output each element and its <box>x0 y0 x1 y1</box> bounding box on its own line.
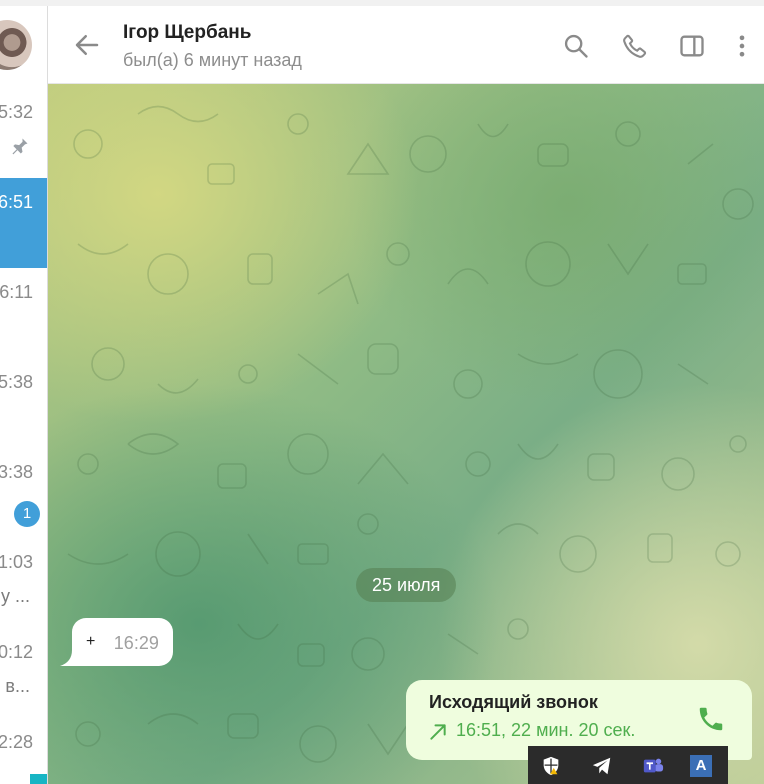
search-icon[interactable] <box>562 32 590 60</box>
call-back-phone-icon[interactable] <box>696 704 726 734</box>
chat-time: 2:28 <box>0 732 33 752</box>
chat-snippet: в... <box>5 676 30 696</box>
chat-background-pattern <box>67 105 754 763</box>
chat-list-sidebar: 5:32 6:51 6:11 5:38 3:38 1 1:03 у ... 0:… <box>0 6 48 784</box>
unread-badge: 1 <box>14 501 40 527</box>
chat-snippet: у ... <box>0 586 30 606</box>
date-separator: 25 июля <box>356 568 457 602</box>
chat-avatar[interactable] <box>0 20 32 70</box>
call-title: Исходящий звонок <box>429 692 598 712</box>
sidebar-toggle-icon[interactable] <box>678 32 706 60</box>
chat-list-item[interactable]: 1:03 у ... <box>0 538 47 628</box>
system-tray: A <box>528 746 728 784</box>
back-arrow-icon[interactable] <box>72 30 102 60</box>
teams-icon[interactable] <box>642 755 664 777</box>
chat-time: 5:32 <box>0 102 33 122</box>
phone-icon[interactable] <box>621 32 649 60</box>
telegram-icon[interactable] <box>591 755 613 777</box>
chat-time: 6:51 <box>0 192 33 212</box>
chat-header: Ігор Щербань был(а) 6 минут назад <box>48 6 764 84</box>
chat-time: 1:03 <box>0 552 33 572</box>
chat-time: 6:11 <box>0 282 33 302</box>
chat-time: 0:12 <box>0 642 33 662</box>
chat-list-item[interactable]: 6:11 <box>0 268 47 358</box>
chat-time: 3:38 <box>0 462 33 482</box>
chat-messages-area[interactable]: 25 июля + 16:29 Исходящий звонок 16:51, … <box>48 84 764 784</box>
message-time: 16:29 <box>113 633 159 653</box>
pin-icon <box>12 138 28 155</box>
outgoing-arrow-icon <box>430 724 446 740</box>
shield-warning-icon[interactable] <box>540 755 562 777</box>
incoming-message-bubble[interactable]: + 16:29 <box>72 618 173 666</box>
chat-time: 5:38 <box>0 372 33 392</box>
keyboard-layout-icon[interactable]: A <box>690 755 712 777</box>
more-vertical-icon[interactable] <box>728 32 756 60</box>
message-text: + <box>86 633 96 650</box>
chat-list-item[interactable]: 5:38 <box>0 358 47 448</box>
chat-list-item[interactable]: 3:38 1 <box>0 448 47 538</box>
chat-list-item[interactable]: 5:32 <box>0 88 47 178</box>
chat-list-item[interactable]: 0:12 в... <box>0 628 47 718</box>
last-seen-status: был(а) 6 минут назад <box>123 50 302 70</box>
chat-title[interactable]: Ігор Щербань <box>123 22 251 44</box>
call-details: 16:51, 22 мин. 20 сек. <box>456 720 636 740</box>
sidebar-bottom-accent <box>30 774 47 784</box>
chat-list-item-active[interactable]: 6:51 <box>0 178 47 268</box>
